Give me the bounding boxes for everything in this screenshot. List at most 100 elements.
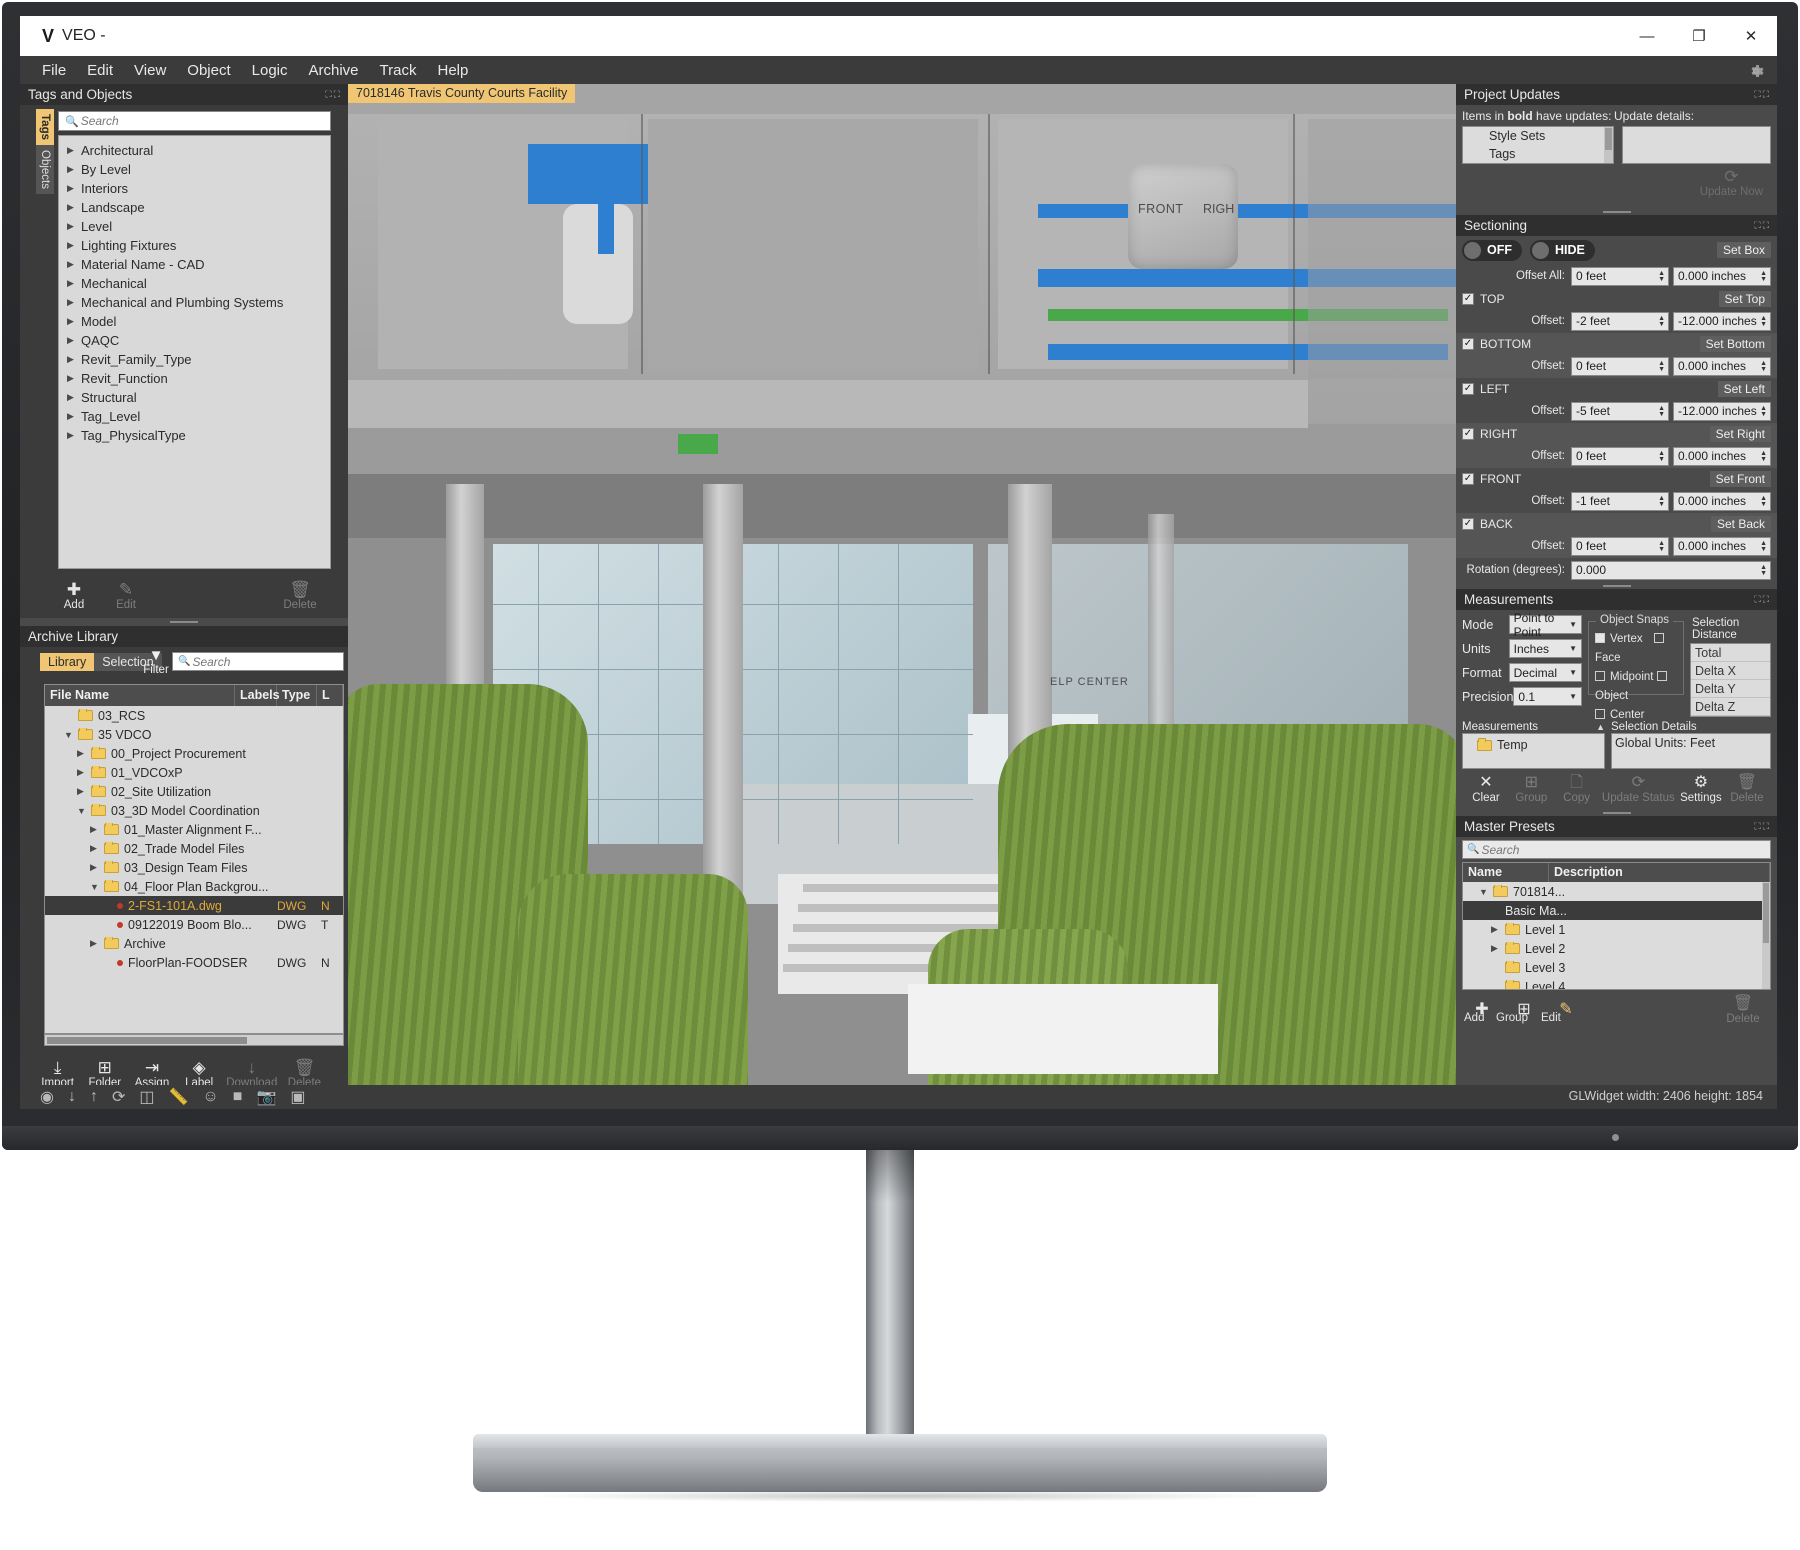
update-item-style-sets[interactable]: Style Sets: [1463, 127, 1613, 145]
col-type[interactable]: Type: [277, 685, 317, 706]
chevron-right-icon[interactable]: ▶: [67, 259, 81, 270]
chevron-right-icon[interactable]: ▶: [67, 221, 81, 232]
set-plane-button[interactable]: Set Bottom: [1699, 335, 1771, 352]
archive-search-input[interactable]: 🔍 Search: [172, 652, 344, 671]
chevron-right-icon[interactable]: ▶: [67, 278, 81, 289]
table-row[interactable]: 03_RCS: [45, 706, 343, 725]
chevron-right-icon[interactable]: ▶: [67, 411, 81, 422]
chevron-right-icon[interactable]: ▶: [67, 297, 81, 308]
up-arrow-icon[interactable]: ↑: [90, 1088, 98, 1106]
chevron-down-icon[interactable]: ▼: [90, 882, 104, 892]
clear-button[interactable]: ✕ Clear: [1466, 774, 1506, 804]
spinner-down-icon[interactable]: ▼: [1658, 276, 1665, 283]
col-labels[interactable]: Labels: [235, 685, 280, 706]
camera-icon[interactable]: 📷: [256, 1087, 276, 1107]
close-button[interactable]: ✕: [1725, 16, 1777, 56]
spinner-down-icon[interactable]: ▼: [1760, 456, 1767, 463]
refresh-icon[interactable]: ⟳: [112, 1087, 125, 1107]
vtab-tags[interactable]: Tags: [36, 109, 54, 145]
broadcast-icon[interactable]: ◉: [40, 1087, 54, 1107]
delete-file-button[interactable]: 🗑 Delete: [281, 1058, 328, 1089]
spinner-down-icon[interactable]: ▼: [1658, 366, 1665, 373]
vtab-objects[interactable]: Objects: [36, 145, 54, 194]
add-tag-button[interactable]: ✚ Add: [48, 580, 100, 611]
chevron-right-icon[interactable]: ▶: [67, 373, 81, 384]
offset-inches-input[interactable]: 0.000 inches ▲ ▼: [1673, 446, 1771, 466]
spinner-down-icon[interactable]: ▼: [1760, 276, 1767, 283]
archive-horizontal-scrollbar[interactable]: [44, 1034, 344, 1046]
snapshot-icon[interactable]: ▣: [290, 1087, 305, 1107]
master-presets-table[interactable]: Name Description ▼ 701814... Basic Ma... ▶ L…: [1462, 862, 1771, 990]
tags-tree-item[interactable]: ▶ Interiors: [59, 179, 330, 198]
panel-splitter[interactable]: [1456, 582, 1777, 589]
menu-view[interactable]: View: [134, 62, 166, 79]
spinner-down-icon[interactable]: ▼: [1760, 570, 1767, 577]
tags-tree-item[interactable]: ▶ Structural: [59, 388, 330, 407]
chevron-right-icon[interactable]: ▶: [67, 240, 81, 251]
archive-file-table[interactable]: File Name Labels Type L 03_RCS ▼ 35 VDCO ▶ 0…: [44, 684, 344, 1034]
minimize-button[interactable]: —: [1621, 16, 1673, 56]
table-row[interactable]: ▶ Level 1: [1463, 920, 1770, 939]
spinner-down-icon[interactable]: ▼: [1760, 321, 1767, 328]
tags-tree-item[interactable]: ▶ Revit_Family_Type: [59, 350, 330, 369]
cube-icon[interactable]: ◫: [139, 1087, 154, 1107]
table-row[interactable]: ▶ 00_Project Procurement: [45, 744, 343, 763]
set-plane-button[interactable]: Set Right: [1709, 425, 1771, 442]
chevron-right-icon[interactable]: ▶: [67, 335, 81, 346]
set-plane-button[interactable]: Set Top: [1718, 290, 1771, 307]
offset-feet-input[interactable]: 0 feet ▲ ▼: [1571, 536, 1669, 556]
navigation-cube[interactable]: [1128, 164, 1238, 269]
tags-tree-item[interactable]: ▶ By Level: [59, 160, 330, 179]
col-file-name[interactable]: File Name: [45, 685, 235, 706]
chevron-right-icon[interactable]: ▶: [67, 354, 81, 365]
person-icon[interactable]: ☺: [202, 1088, 218, 1106]
maximize-button[interactable]: ❐: [1673, 16, 1725, 56]
offset-inches-input[interactable]: 0.000 inches ▲ ▼: [1673, 536, 1771, 556]
table-row[interactable]: Level 3: [1463, 958, 1770, 977]
precision-select[interactable]: 0.1 ▼: [1513, 687, 1582, 706]
col-l[interactable]: L: [317, 685, 343, 706]
chevron-right-icon[interactable]: ▶: [67, 164, 81, 175]
chevron-right-icon[interactable]: ▶: [67, 202, 81, 213]
spinner-down-icon[interactable]: ▼: [1760, 366, 1767, 373]
offset-all-inches-input[interactable]: 0.000 inches ▲ ▼: [1673, 266, 1771, 286]
format-select[interactable]: Decimal ▼: [1508, 663, 1582, 682]
delete-measurement-button[interactable]: 🗑 Delete: [1727, 774, 1767, 804]
set-plane-button[interactable]: Set Front: [1709, 470, 1771, 487]
measurements-list[interactable]: Temp: [1462, 733, 1605, 769]
panel-splitter[interactable]: [20, 618, 348, 626]
table-row[interactable]: ▼ 04_Floor Plan Backgrou...: [45, 877, 343, 896]
new-folder-button[interactable]: ⊞ Folder: [81, 1058, 128, 1089]
chevron-right-icon[interactable]: ▶: [1491, 943, 1505, 954]
spinner-down-icon[interactable]: ▼: [1658, 546, 1665, 553]
chevron-right-icon[interactable]: ▶: [67, 316, 81, 327]
import-button[interactable]: ⤓ Import: [34, 1058, 81, 1089]
master-presets-search-input[interactable]: 🔍 Search: [1462, 840, 1771, 859]
offset-inches-input[interactable]: -12.000 inches ▲ ▼: [1673, 311, 1771, 331]
table-row[interactable]: Basic Ma...: [1463, 901, 1770, 920]
dock-icons[interactable]: ⛶⛶: [1754, 594, 1771, 605]
assign-button[interactable]: ⇥ Assign: [128, 1058, 175, 1089]
download-button[interactable]: ↓ Download: [223, 1058, 281, 1089]
update-details-box[interactable]: [1622, 126, 1771, 164]
table-row[interactable]: Level 4: [1463, 977, 1770, 989]
tags-tree-item[interactable]: ▶ Level: [59, 217, 330, 236]
table-row[interactable]: ▼ 35 VDCO: [45, 725, 343, 744]
col-name[interactable]: Name: [1463, 863, 1549, 882]
chevron-right-icon[interactable]: ▶: [77, 767, 91, 778]
tags-tree-item[interactable]: ▶ Material Name - CAD: [59, 255, 330, 274]
label-button[interactable]: ◈ Label: [176, 1058, 223, 1089]
table-row[interactable]: ▶ Archive: [45, 934, 343, 953]
panel-splitter[interactable]: [1456, 809, 1777, 816]
chevron-down-icon[interactable]: ▼: [77, 806, 91, 816]
sectioning-hide-toggle[interactable]: HIDE: [1530, 239, 1595, 261]
chevron-down-icon[interactable]: ▼: [1479, 887, 1493, 897]
delete-tag-button[interactable]: 🗑 Delete: [274, 580, 326, 611]
model-viewport[interactable]: FRONT RIGH ELP CENTER 7018146 Travis Cou…: [348, 84, 1456, 1085]
units-select[interactable]: Inches ▼: [1508, 639, 1582, 658]
ruler-icon[interactable]: 📏: [169, 1087, 189, 1107]
sectioning-off-toggle[interactable]: OFF: [1462, 239, 1522, 261]
offset-inches-input[interactable]: 0.000 inches ▲ ▼: [1673, 491, 1771, 511]
table-row[interactable]: ▶ 02_Site Utilization: [45, 782, 343, 801]
chevron-right-icon[interactable]: ▶: [90, 824, 104, 835]
